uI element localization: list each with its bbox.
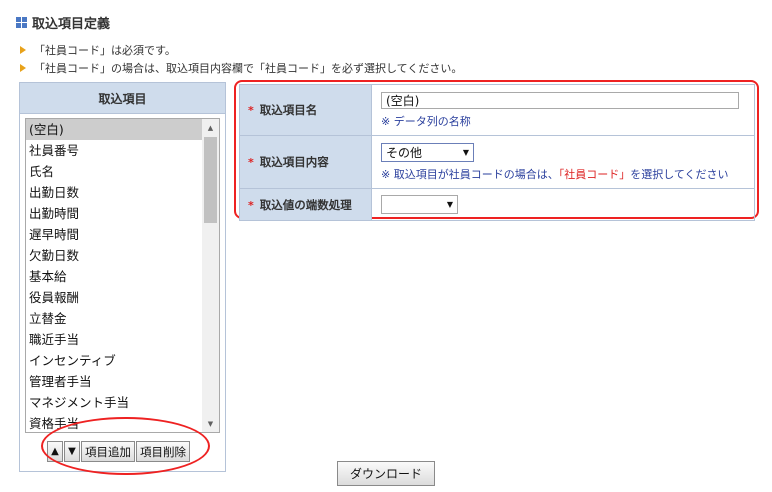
add-item-button[interactable]: 項目追加 <box>81 441 135 462</box>
list-button-row: ▲ ▼ 項目追加 項目削除 <box>47 441 190 462</box>
hint-text: を選択してください <box>630 167 729 181</box>
note-required: 「社員コード」は必須です。 <box>20 42 176 58</box>
hint-highlight: 「社員コード」 <box>558 167 631 181</box>
note-text: 「社員コード」の場合は、取込項目内容欄で「社員コード」を必ず選択してください。 <box>34 62 463 75</box>
scroll-down-icon[interactable]: ▼ <box>202 415 219 432</box>
grid-icon <box>16 17 27 28</box>
list-item[interactable]: (空白) <box>26 119 202 140</box>
item-listbox[interactable]: (空白) 社員番号 氏名 出勤日数 出勤時間 遅早時間 欠勤日数 基本給 役員報酬 立替金 職近手当… <box>25 118 220 433</box>
list-item[interactable]: 欠勤日数 <box>26 245 202 266</box>
list-scrollbar[interactable]: ▲ ▼ <box>202 119 219 432</box>
list-item[interactable]: 立替金 <box>26 308 202 329</box>
name-label: 取込項目名 <box>259 103 318 117</box>
list-item[interactable]: 出勤日数 <box>26 182 202 203</box>
required-mark: * <box>248 198 254 212</box>
name-label-cell: * 取込項目名 <box>239 84 372 136</box>
content-label: 取込項目内容 <box>259 155 329 169</box>
list-items: (空白) 社員番号 氏名 出勤日数 出勤時間 遅早時間 欠勤日数 基本給 役員報酬 立替金 職近手当… <box>26 119 202 432</box>
list-item[interactable]: インセンティブ <box>26 350 202 371</box>
item-content-select[interactable]: その他 ▼ <box>381 142 474 162</box>
rounding-value-cell: ▼ <box>371 188 755 221</box>
list-item[interactable]: 基本給 <box>26 266 202 287</box>
arrow-right-icon <box>20 46 26 54</box>
list-item[interactable]: 氏名 <box>26 161 202 182</box>
list-item[interactable]: 管理者手当 <box>26 371 202 392</box>
item-content-selected: その他 <box>386 145 423 160</box>
list-item[interactable]: 遅早時間 <box>26 224 202 245</box>
list-item[interactable]: 職近手当 <box>26 329 202 350</box>
rounding-label: 取込値の端数処理 <box>259 197 352 212</box>
move-down-button[interactable]: ▼ <box>64 441 80 462</box>
note-select: 「社員コード」の場合は、取込項目内容欄で「社員コード」を必ず選択してください。 <box>20 60 462 76</box>
scroll-thumb[interactable] <box>204 137 217 223</box>
item-list-panel: 取込項目 (空白) 社員番号 氏名 出勤日数 出勤時間 遅早時間 欠勤日数 基本給 役員報酬 立替… <box>19 82 226 472</box>
list-item[interactable]: マネジメント手当 <box>26 392 202 413</box>
chevron-down-icon: ▼ <box>462 147 469 157</box>
name-hint: ※ データ列の名称 <box>381 114 471 128</box>
item-name-input[interactable] <box>381 91 739 109</box>
list-item[interactable]: 資格手当 <box>26 413 202 432</box>
list-item[interactable]: 役員報酬 <box>26 287 202 308</box>
delete-item-button[interactable]: 項目削除 <box>136 441 190 462</box>
rounding-select[interactable]: ▼ <box>381 195 458 214</box>
required-mark: * <box>248 104 254 117</box>
list-item[interactable]: 社員番号 <box>26 140 202 161</box>
name-value-cell: ※ データ列の名称 <box>371 84 755 136</box>
item-list-header: 取込項目 <box>20 83 225 114</box>
list-item[interactable]: 出勤時間 <box>26 203 202 224</box>
required-mark: * <box>248 156 254 169</box>
hint-text: ※ 取込項目が社員コードの場合は、 <box>381 167 559 181</box>
content-label-cell: * 取込項目内容 <box>239 135 372 189</box>
scroll-up-icon[interactable]: ▲ <box>202 119 219 136</box>
content-hint: ※ 取込項目が社員コードの場合は、「社員コード」を選択してください <box>381 166 753 182</box>
content-value-cell: その他 ▼ ※ 取込項目が社員コードの場合は、「社員コード」を選択してください <box>371 135 755 189</box>
item-definition-form: * 取込項目名 ※ データ列の名称 * 取込項目内容 その他 ▼ ※ 取込項目が社員… <box>239 84 755 221</box>
move-up-button[interactable]: ▲ <box>47 441 63 462</box>
page-title-row: 取込項目定義 <box>16 13 110 32</box>
rounding-label-cell: * 取込値の端数処理 <box>239 188 372 221</box>
download-button[interactable]: ダウンロード <box>337 461 435 486</box>
page-title: 取込項目定義 <box>32 17 111 32</box>
arrow-right-icon <box>20 64 26 72</box>
chevron-down-icon: ▼ <box>446 200 453 209</box>
note-text: 「社員コード」は必須です。 <box>34 44 176 57</box>
